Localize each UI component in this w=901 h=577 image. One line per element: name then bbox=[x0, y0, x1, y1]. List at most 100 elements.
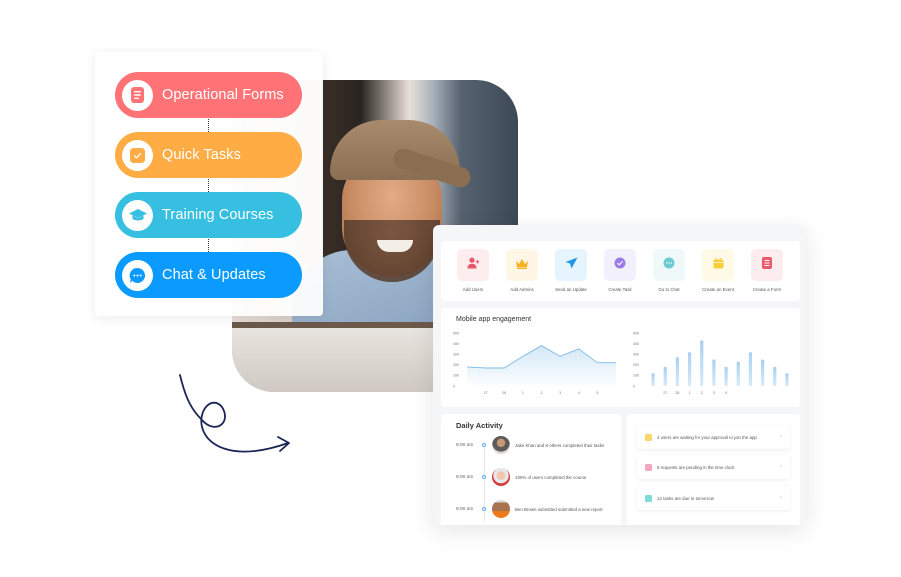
activity-item[interactable]: 8:00 am Ben Brown submitted submitted a … bbox=[456, 499, 603, 519]
quick-action-label: Create an Event bbox=[702, 287, 734, 292]
activity-item[interactable]: 8:00 am Jake Khan and 8 others completed… bbox=[456, 435, 604, 455]
engagement-panel: Mobile app engagement 0 100 200 300 400 500 27… bbox=[441, 308, 800, 407]
quick-action-label: Send an Update bbox=[555, 287, 587, 292]
notifications-panel: 4 users are waiting for your approval to… bbox=[627, 414, 800, 525]
add-user-icon bbox=[467, 256, 480, 274]
quick-action-icon-box bbox=[457, 249, 489, 281]
menu-item-chat-updates[interactable]: Chat & Updates bbox=[115, 252, 302, 298]
quick-action-add-admins[interactable]: Add Admins bbox=[498, 249, 546, 292]
daily-activity-panel: Daily Activity 8:00 am Jake Khan and 8 o… bbox=[441, 414, 621, 525]
menu-item-label: Chat & Updates bbox=[162, 267, 266, 283]
daily-activity-title: Daily Activity bbox=[456, 421, 503, 430]
quick-action-icon-box bbox=[604, 249, 636, 281]
y-tick-label: 100 bbox=[633, 374, 639, 378]
avatar bbox=[492, 436, 510, 454]
area-fill bbox=[467, 345, 616, 386]
activity-text: Jake Khan and 8 others completed their t… bbox=[515, 442, 605, 448]
user-wait-icon bbox=[645, 433, 652, 441]
notification-item[interactable]: 4 users are waiting for your approval to… bbox=[637, 425, 790, 449]
quick-action-icon-box bbox=[751, 249, 783, 281]
bar bbox=[651, 373, 655, 386]
activity-time: 8:00 am bbox=[456, 506, 474, 512]
notification-item[interactable]: 12 tasks are due to tomorrow › bbox=[637, 486, 790, 510]
quick-action-send-update[interactable]: Send an Update bbox=[547, 249, 595, 292]
quick-action-go-to-chat[interactable]: Go to Chat bbox=[645, 249, 693, 292]
y-tick-label: 200 bbox=[633, 363, 639, 367]
y-tick-label: 500 bbox=[453, 331, 459, 335]
check-circle-icon bbox=[614, 256, 626, 274]
activity-text: Ben Brown submitted submitted a new repo… bbox=[515, 506, 603, 512]
x-tick-label: 3 bbox=[559, 391, 561, 395]
chevron-right-icon: › bbox=[780, 464, 782, 470]
engagement-bar-chart: 0 100 200 300 400 500 27 28 1 2 3 4 bbox=[633, 331, 789, 395]
y-tick-label: 0 bbox=[453, 384, 455, 388]
y-tick-label: 0 bbox=[633, 384, 635, 388]
bar bbox=[687, 352, 692, 386]
activity-time: 8:00 am bbox=[456, 442, 474, 448]
quick-action-label: Go to Chat bbox=[658, 287, 680, 292]
quick-actions-panel: Add Users Add Admins Send an Update Crea… bbox=[441, 241, 800, 301]
x-tick-label: 2 bbox=[701, 391, 703, 395]
bar bbox=[785, 373, 789, 386]
chevron-right-icon: › bbox=[780, 495, 782, 501]
clock-icon bbox=[645, 463, 652, 471]
activity-time: 8:00 am bbox=[456, 474, 474, 480]
quick-action-label: Add Admins bbox=[510, 287, 534, 292]
engagement-area-chart: 0 100 200 300 400 500 27 28 1 2 3 4 5 bbox=[453, 331, 616, 395]
calendar-icon bbox=[713, 256, 724, 274]
timeline-dot bbox=[482, 443, 486, 447]
menu-icon-badge bbox=[122, 79, 153, 111]
form-icon bbox=[762, 256, 772, 274]
menu-item-label: Quick Tasks bbox=[162, 147, 241, 163]
menu-item-label: Training Courses bbox=[162, 207, 274, 223]
bar bbox=[736, 361, 740, 386]
bar bbox=[773, 366, 777, 386]
graduation-cap-icon bbox=[128, 208, 148, 222]
avatar bbox=[492, 468, 510, 486]
crown-icon bbox=[515, 256, 529, 274]
y-tick-label: 300 bbox=[633, 353, 639, 357]
x-tick-label: 5 bbox=[596, 391, 598, 395]
y-tick-label: 400 bbox=[633, 342, 639, 346]
x-tick-label: 1 bbox=[522, 391, 524, 395]
menu-icon-badge bbox=[122, 199, 153, 231]
chevron-right-icon: › bbox=[780, 434, 782, 440]
x-tick-label: 4 bbox=[725, 391, 727, 395]
quick-action-add-users[interactable]: Add Users bbox=[449, 249, 497, 292]
timeline-dot bbox=[482, 475, 486, 479]
menu-item-training-courses[interactable]: Training Courses bbox=[115, 192, 302, 238]
x-tick-label: 28 bbox=[502, 391, 506, 395]
quick-action-icon-box bbox=[653, 249, 685, 281]
notification-text: 6 requests are pending in the time clock bbox=[657, 464, 735, 470]
bar bbox=[675, 357, 680, 386]
curly-arrow-icon bbox=[179, 374, 290, 453]
feature-menu-card: Operational Forms Quick Tasks Training C… bbox=[95, 52, 323, 316]
quick-action-icon-box bbox=[702, 249, 734, 281]
quick-action-label: Add Users bbox=[462, 287, 484, 292]
y-tick-label: 100 bbox=[453, 374, 459, 378]
notification-item[interactable]: 6 requests are pending in the time clock… bbox=[637, 455, 790, 479]
quick-action-create-form[interactable]: Create a Form bbox=[743, 249, 791, 292]
x-tick-label: 28 bbox=[675, 391, 679, 395]
timeline-dot bbox=[482, 507, 486, 511]
quick-action-create-event[interactable]: Create an Event bbox=[694, 249, 742, 292]
quick-action-create-task[interactable]: Create Task bbox=[596, 249, 644, 292]
menu-item-quick-tasks[interactable]: Quick Tasks bbox=[115, 132, 302, 178]
quick-action-icon-box bbox=[506, 249, 538, 281]
menu-item-operational-forms[interactable]: Operational Forms bbox=[115, 72, 302, 118]
bar bbox=[700, 340, 704, 386]
x-tick-label: 3 bbox=[713, 391, 715, 395]
bar bbox=[724, 366, 728, 386]
y-tick-label: 200 bbox=[453, 363, 459, 367]
task-icon bbox=[645, 494, 652, 502]
quick-action-label: Create Task bbox=[608, 287, 632, 292]
activity-item[interactable]: 8:00 am 100% of users completed the cour… bbox=[456, 467, 586, 487]
bar bbox=[760, 359, 765, 386]
bar bbox=[712, 359, 716, 386]
engagement-title: Mobile app engagement bbox=[456, 316, 532, 323]
notification-text: 4 users are waiting for your approval to… bbox=[657, 434, 757, 440]
y-tick-label: 300 bbox=[453, 353, 459, 357]
x-tick-label: 2 bbox=[541, 391, 543, 395]
bar bbox=[663, 366, 667, 386]
menu-icon-badge bbox=[122, 259, 153, 291]
